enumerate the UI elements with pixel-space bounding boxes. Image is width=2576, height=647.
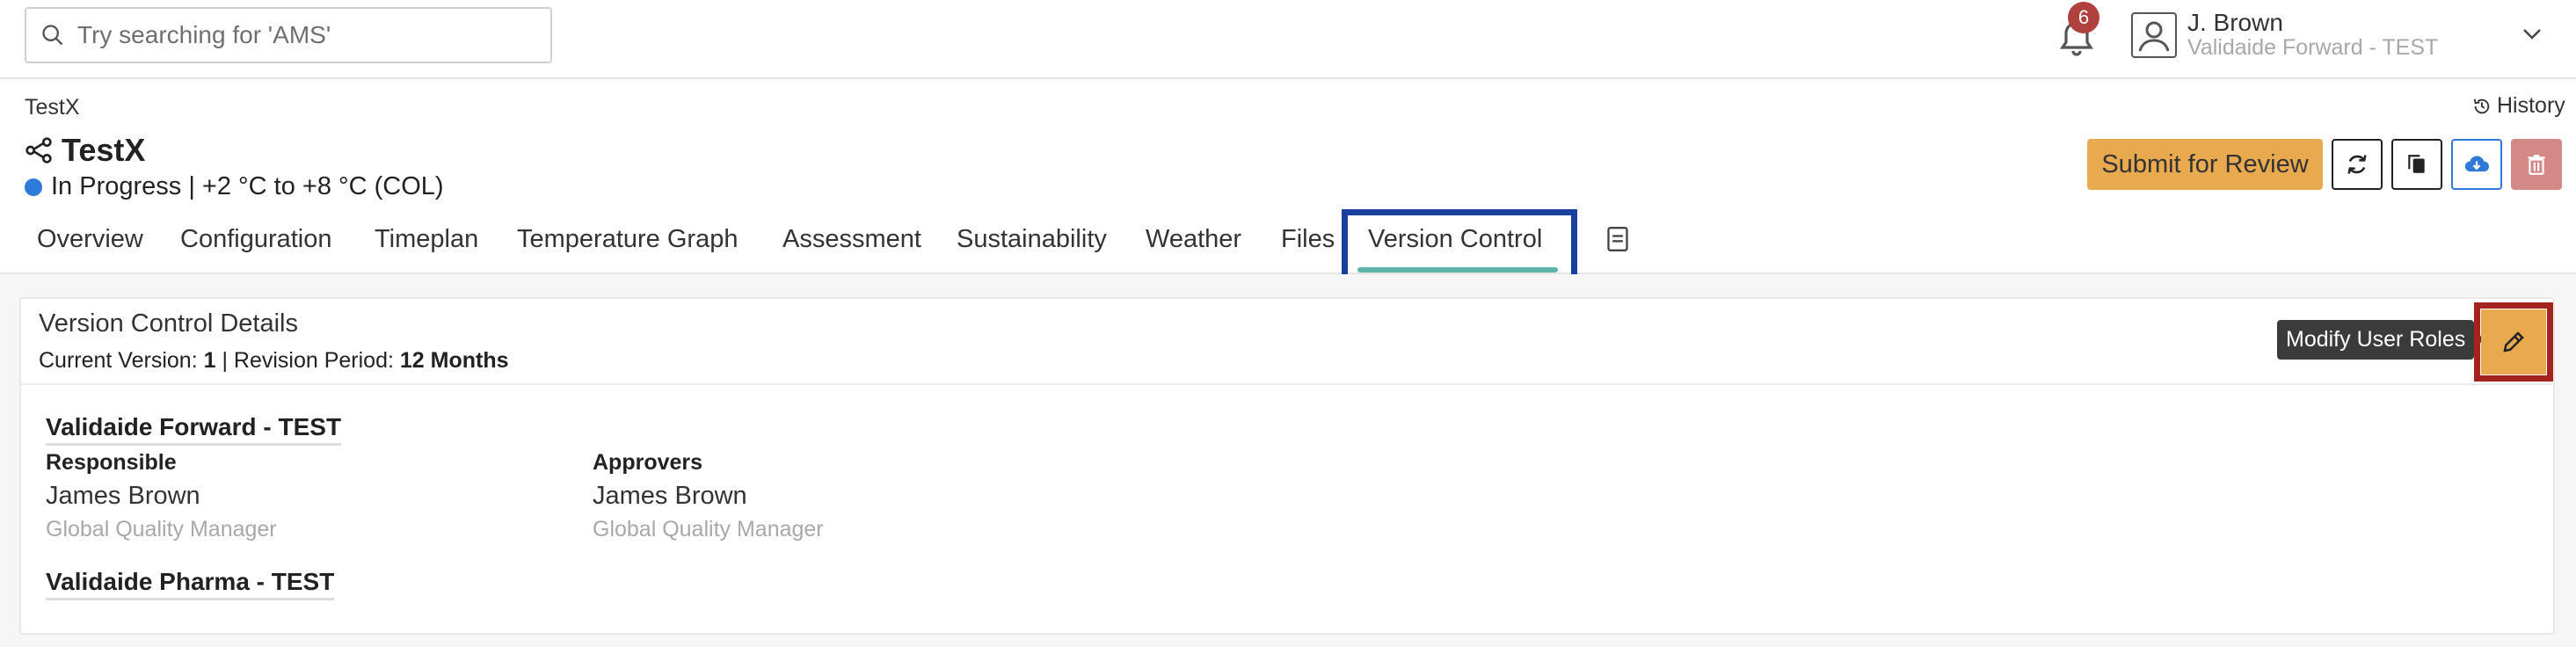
approvers-label: Approvers: [593, 450, 703, 475]
archive-icon[interactable]: [1605, 225, 1630, 253]
current-version-value: 1: [203, 348, 216, 373]
current-version-label: Current Version:: [39, 348, 198, 373]
tab-bar: Overview Configuration Timeplan Temperat…: [0, 209, 2576, 295]
copy-button[interactable]: [2391, 139, 2442, 190]
tab-assessment[interactable]: Assessment: [782, 225, 921, 254]
page-title-row: TestX: [25, 132, 145, 169]
pencil-icon: [2503, 331, 2524, 353]
approver-name: James Brown: [593, 482, 747, 510]
status-row: In Progress | +2 °C to +8 °C (COL): [25, 172, 444, 201]
user-org: Validaide Forward - TEST: [2187, 35, 2439, 60]
top-bar: 6 J. Brown Validaide Forward - TEST: [0, 0, 2576, 79]
user-icon: [2138, 21, 2170, 52]
tab-temperature-graph[interactable]: Temperature Graph: [517, 225, 738, 254]
history-link[interactable]: History: [2472, 93, 2565, 119]
responsible-label: Responsible: [46, 450, 177, 475]
delete-button[interactable]: [2511, 139, 2562, 190]
version-info: Current Version: 1 | Revision Period: 12…: [39, 348, 509, 374]
tab-configuration[interactable]: Configuration: [180, 225, 332, 254]
tab-version-control[interactable]: Version Control: [1368, 225, 1542, 254]
tab-weather[interactable]: Weather: [1146, 225, 1241, 254]
status-dot: [25, 178, 42, 196]
history-label: History: [2497, 93, 2565, 118]
version-control-card: Version Control Details Current Version:…: [19, 297, 2555, 635]
refresh-icon: [2347, 155, 2367, 174]
approver-title: Global Quality Manager: [593, 517, 824, 542]
download-button[interactable]: [2451, 139, 2502, 190]
notification-badge: 6: [2068, 2, 2099, 33]
history-icon: [2473, 98, 2490, 113]
status-text: In Progress | +2 °C to +8 °C (COL): [51, 172, 444, 200]
trash-icon: [2528, 155, 2545, 175]
tab-overview[interactable]: Overview: [37, 225, 143, 254]
tab-files[interactable]: Files: [1281, 225, 1335, 254]
card-header: Version Control Details Current Version:…: [21, 299, 2553, 385]
cloud-download-icon: [2464, 156, 2489, 172]
modify-user-roles-tooltip: Modify User Roles: [2277, 320, 2485, 360]
modify-user-roles-button[interactable]: [2481, 309, 2546, 374]
responsible-title: Global Quality Manager: [46, 517, 277, 542]
submit-for-review-button[interactable]: Submit for Review: [2087, 139, 2323, 190]
breadcrumb[interactable]: TestX: [25, 95, 80, 120]
share-nodes-icon: [25, 137, 52, 164]
search-input[interactable]: [77, 21, 535, 49]
search-icon: [42, 25, 63, 46]
card-title: Version Control Details: [39, 309, 298, 338]
copy-icon: [2408, 155, 2425, 173]
chevron-down-icon[interactable]: [2521, 26, 2543, 42]
tab-timeplan[interactable]: Timeplan: [375, 225, 478, 254]
avatar[interactable]: [2131, 12, 2177, 58]
page-title: TestX: [62, 132, 146, 168]
group-title: Validaide Forward - TEST: [46, 413, 342, 446]
responsible-name: James Brown: [46, 482, 200, 510]
revision-period-label: Revision Period:: [233, 348, 394, 373]
tab-sustainability[interactable]: Sustainability: [957, 225, 1107, 254]
header-actions: Submit for Review: [2087, 139, 2562, 190]
refresh-button[interactable]: [2332, 139, 2383, 190]
user-name: J. Brown: [2187, 9, 2283, 36]
revision-period-value: 12 Months: [399, 348, 509, 373]
active-tab-underline: [1357, 267, 1558, 273]
search-box[interactable]: [25, 7, 552, 63]
group-title: Validaide Pharma - TEST: [46, 568, 335, 600]
separator: |: [222, 348, 228, 373]
